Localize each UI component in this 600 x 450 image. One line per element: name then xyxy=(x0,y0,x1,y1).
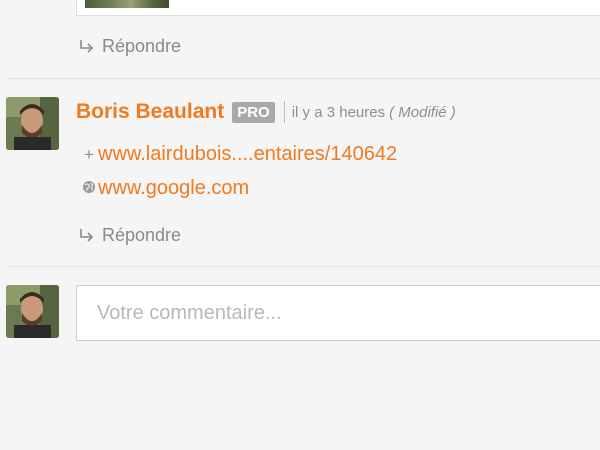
divider xyxy=(6,266,600,267)
reply-arrow-icon xyxy=(80,39,94,53)
comment-input-box xyxy=(76,285,600,341)
timestamp: il y a 3 heures xyxy=(291,103,386,121)
divider xyxy=(6,78,600,79)
current-user-avatar xyxy=(6,285,59,338)
reply-label: Répondre xyxy=(102,225,182,245)
author-name[interactable]: Boris Beaulant xyxy=(76,100,224,124)
separator xyxy=(283,101,285,123)
link-google[interactable]: www.google.com xyxy=(98,177,249,200)
reply-button-previous[interactable]: Répondre xyxy=(78,36,181,57)
modified-label: ( Modifié ) xyxy=(389,103,456,121)
avatar-image xyxy=(6,285,59,338)
comment-input[interactable] xyxy=(77,286,600,340)
avatar-image xyxy=(6,97,59,150)
plus-icon: + xyxy=(84,144,94,164)
avatar[interactable] xyxy=(6,97,59,150)
reply-arrow-icon xyxy=(80,228,94,242)
reply-label: Répondre xyxy=(102,36,182,56)
globe-icon xyxy=(80,179,98,199)
previous-comment-image xyxy=(85,0,169,8)
link-row-2: www.google.com xyxy=(80,177,249,200)
link-lairdubois[interactable]: www.lairdubois....entaires/140642 xyxy=(98,143,397,166)
pro-badge: PRO xyxy=(232,101,275,123)
reply-button[interactable]: Répondre xyxy=(78,225,181,246)
previous-comment-box xyxy=(76,0,600,16)
link-row-1: + www.lairdubois....entaires/140642 xyxy=(80,143,397,166)
comment-header: Boris Beaulant PRO il y a 3 heures ( Mod… xyxy=(76,100,456,124)
comments-section: Répondre Boris Beaulant PRO il y a 3 heu… xyxy=(0,0,600,450)
